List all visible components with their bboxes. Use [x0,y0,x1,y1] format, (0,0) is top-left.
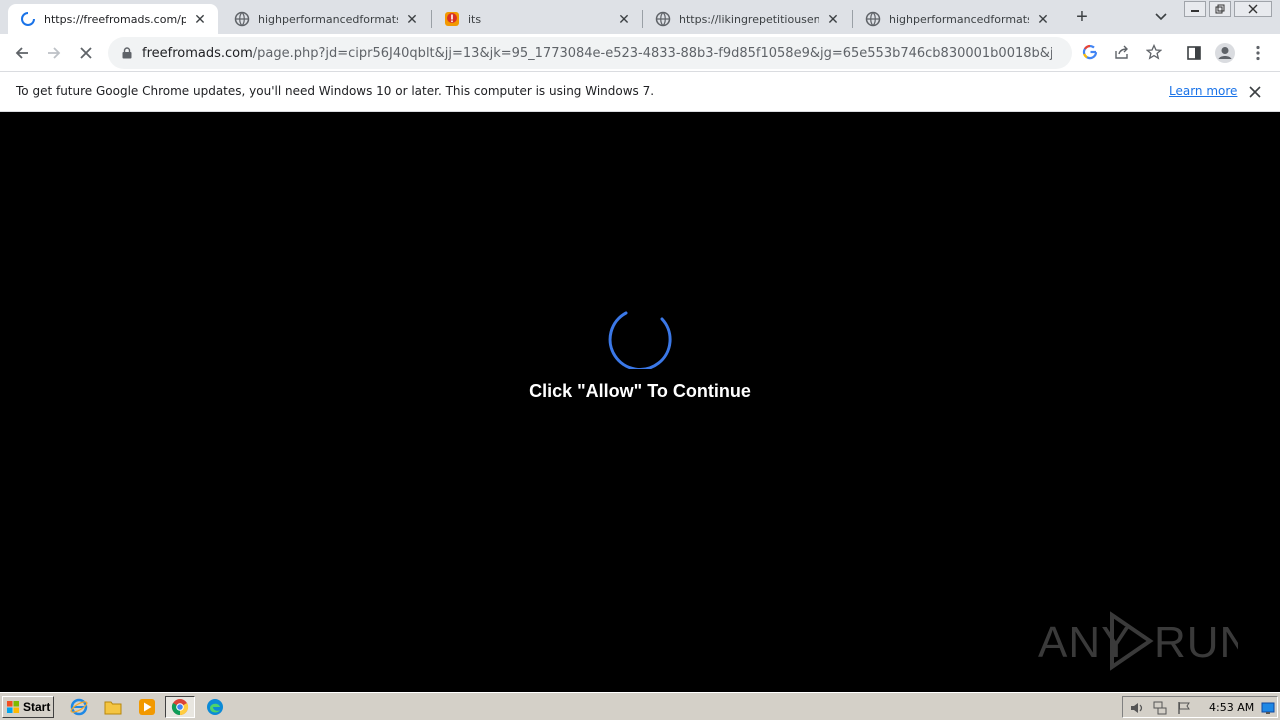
start-button[interactable]: Start [2,696,54,718]
tab-label: https://freefromads.com/page.php [44,12,186,26]
media-player-icon[interactable] [136,697,158,717]
page-content: Click "Allow" To Continue ANY RUN [0,113,1280,692]
address-bar[interactable]: freefromads.com/page.php?jd=cipr56J40qbl… [108,37,1072,69]
globe-icon [865,11,881,27]
close-tab-icon[interactable]: ✕ [825,11,841,27]
bookmark-star-icon[interactable] [1144,42,1164,62]
update-infobar: To get future Google Chrome updates, you… [0,72,1280,112]
tab-likingrepetitiousentry[interactable]: https://likingrepetitiousentry.com ✕ [643,4,851,34]
url-path: /page.php?jd=cipr56J40qblt&jj=13&jk=95_1… [252,45,1052,61]
edge-icon[interactable] [204,697,226,717]
tab-label: highperformancedformats.com [258,12,398,26]
close-tab-icon[interactable]: ✕ [616,11,632,27]
svg-text:RUN: RUN [1154,618,1238,667]
back-button[interactable] [10,41,34,65]
system-tray: 4:53 AM [1122,696,1278,718]
windows-taskbar: Start 4:53 AM [0,692,1280,720]
show-desktop-icon[interactable] [1260,700,1276,716]
globe-icon [234,11,250,27]
close-tab-icon[interactable]: ✕ [192,11,208,27]
learn-more-link[interactable]: Learn more [1169,84,1237,98]
profile-avatar-icon[interactable] [1213,41,1237,65]
red-badge-icon [444,11,460,27]
stop-loading-button[interactable] [74,41,98,65]
file-explorer-icon[interactable] [102,697,124,717]
globe-icon [655,11,671,27]
close-tab-icon[interactable]: ✕ [1035,11,1051,27]
clock[interactable]: 4:53 AM [1209,701,1254,714]
tab-highperformancedformats-2[interactable]: highperformancedformats.com ✕ [853,4,1061,34]
url-text: freefromads.com/page.php?jd=cipr56J40qbl… [142,46,1052,61]
volume-icon[interactable] [1129,700,1145,716]
new-tab-button[interactable]: + [1072,6,1092,28]
share-icon[interactable] [1112,42,1132,62]
forward-button[interactable] [42,41,66,65]
windows-flag-icon [7,701,19,713]
tab-search-chevron-icon[interactable] [1152,8,1170,26]
chrome-icon[interactable] [165,696,195,718]
start-label: Start [23,700,51,714]
tab-label: highperformancedformats.com [889,12,1029,26]
google-icon[interactable] [1080,42,1100,62]
tab-highperformancedformats[interactable]: highperformancedformats.com ✕ [222,4,430,34]
lock-icon[interactable] [120,47,134,59]
allow-instruction-text: Click "Allow" To Continue [529,381,751,401]
close-window-button[interactable] [1234,1,1272,17]
action-center-flag-icon[interactable] [1176,700,1192,716]
anyrun-watermark-logo: ANY RUN [1038,611,1238,671]
svg-text:ANY: ANY [1038,618,1131,667]
infobar-message: To get future Google Chrome updates, you… [16,84,655,98]
tab-label: https://likingrepetitiousentry.com [679,12,819,26]
tab-freefromads[interactable]: https://freefromads.com/page.php ✕ [8,4,218,34]
close-tab-icon[interactable]: ✕ [404,11,420,27]
close-infobar-icon[interactable] [1247,84,1263,100]
loading-spinner-icon [608,311,672,369]
side-panel-icon[interactable] [1182,41,1206,65]
menu-kebab-icon[interactable] [1246,41,1270,65]
tab-its[interactable]: its ✕ [432,4,642,34]
loading-spinner-icon [20,11,36,27]
restore-button[interactable] [1209,1,1231,17]
url-domain: freefromads.com [142,45,253,61]
minimize-button[interactable] [1184,1,1206,17]
internet-explorer-icon[interactable] [68,697,90,717]
tab-strip: https://freefromads.com/page.php ✕ highp… [0,0,1280,34]
network-icon[interactable] [1152,700,1168,716]
tab-label: its [468,12,482,26]
browser-toolbar: freefromads.com/page.php?jd=cipr56J40qbl… [0,34,1280,72]
